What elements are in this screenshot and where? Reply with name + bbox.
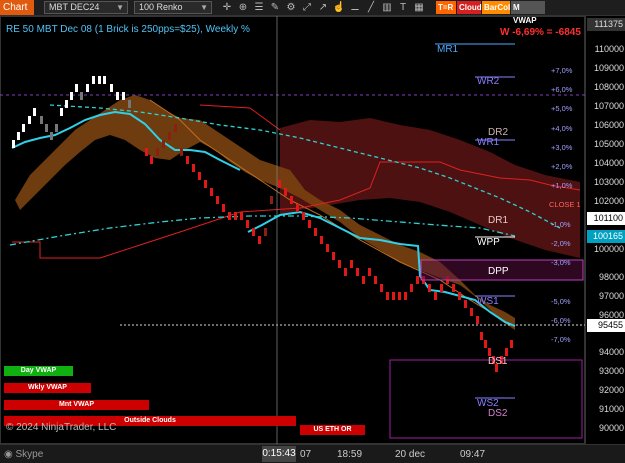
y-label: 97000 (598, 291, 624, 301)
day-vwap-button[interactable]: Day VWAP (4, 366, 73, 376)
y-label: 90000 (598, 423, 624, 433)
price-top: 111375 (587, 18, 625, 31)
pct-label: -5,0% (551, 297, 571, 306)
ruler-icon[interactable]: ⚊ (348, 1, 362, 14)
properties-icon[interactable]: ☰ (252, 1, 266, 14)
pct-label: +3,0% (551, 143, 573, 152)
time-label: 09:47 (460, 449, 486, 460)
toolbar-tag-barcol[interactable]: BarCol (482, 1, 510, 14)
pct-label: -2,0% (551, 239, 571, 248)
pct-label: +2,0% (551, 162, 573, 171)
y-label: 102000 (593, 196, 624, 206)
weekly-change: W -6,69% = -6845 (500, 27, 581, 38)
pct-label: +7,0% (551, 66, 573, 75)
chart-menu-button[interactable]: Chart (0, 0, 34, 15)
price-box-101100: 101100 (587, 212, 625, 225)
grid-icon[interactable]: ▦ (412, 1, 426, 14)
time-label: 18:59 (337, 449, 363, 460)
price-axis[interactable]: 111375 110000 109000 108000 107000 10600… (585, 16, 625, 444)
y-label: 106000 (593, 120, 624, 130)
time-axis[interactable]: ◉ Skype 0:15:43 07 18:59 20 dec 09:47 (0, 444, 625, 463)
copyright-text: © 2024 NinjaTrader, LLC (6, 422, 117, 433)
time-label: 20 dec (395, 449, 426, 460)
pct-label: +6,0% (551, 85, 573, 94)
arrow-icon[interactable]: ↗ (316, 1, 330, 14)
bar-type-value: 100 Renko (139, 2, 183, 12)
price-box-95455: 95455 (587, 319, 625, 332)
strategy-icon[interactable]: ⚙ (284, 1, 298, 14)
y-label: 103000 (593, 177, 624, 187)
y-label: 98000 (598, 272, 624, 282)
weekly-vwap-button[interactable]: Wkly VWAP (4, 383, 91, 393)
y-label: 91000 (598, 404, 624, 414)
cursor-icon[interactable]: ☝ (332, 1, 346, 14)
instrument-selector[interactable]: MBT DEC24 ▼ (44, 1, 128, 14)
y-label: 105000 (593, 139, 624, 149)
us-eth-or-button[interactable]: US ETH OR (300, 425, 365, 435)
chart-type-icon[interactable]: ▥ (380, 1, 394, 14)
level-wr1: WR1 (477, 137, 500, 148)
level-ws1: WS1 (477, 296, 499, 307)
pct-label: +5,0% (551, 104, 573, 113)
y-label: 108000 (593, 82, 624, 92)
toolbar-tag-cloud[interactable]: Cloud (457, 1, 482, 14)
skype-icon: ◉ (4, 449, 13, 460)
skype-taskbar-item[interactable]: ◉ Skype (4, 449, 43, 460)
toolbar-tag-mvwap[interactable]: M VWAP (511, 1, 545, 25)
pct-label: -1,0% (551, 220, 571, 229)
line-icon[interactable]: ╱ (364, 1, 378, 14)
vwap-weekly-line (9, 215, 516, 246)
chart-toolbar: Chart MBT DEC24 ▼ 100 Renko ▼ ✛ ⊕ ☰ ✎ ⚙ … (0, 0, 625, 25)
level-dpp: DPP (488, 266, 509, 277)
pct-label: -3,0% (551, 258, 571, 267)
y-label: 100000 (593, 244, 624, 254)
level-dr1: DR1 (488, 215, 509, 226)
bar-type-selector[interactable]: 100 Renko ▼ (134, 1, 212, 14)
y-label: 92000 (598, 385, 624, 395)
fit-icon[interactable]: ⤢ (300, 1, 314, 14)
monthly-cloud (280, 118, 580, 258)
pct-label: +4,0% (551, 124, 573, 133)
y-label: 93000 (598, 366, 624, 376)
y-label: 104000 (593, 158, 624, 168)
level-wr2: WR2 (477, 76, 500, 87)
level-ds2: DS2 (488, 408, 508, 419)
pct-label: -6,0% (551, 316, 571, 325)
y-label: 110000 (594, 44, 624, 54)
zoom-icon[interactable]: ⊕ (236, 1, 250, 14)
weekly-cloud (15, 95, 515, 330)
level-mr1: MR1 (437, 44, 459, 55)
crosshair-time: 0:15:43 (262, 446, 296, 462)
close-label: CLOSE 1 (549, 200, 581, 209)
price-box-100165: 100165 (587, 230, 625, 243)
crosshair-icon[interactable]: ✛ (220, 1, 234, 14)
pct-label: -7,0% (551, 335, 571, 344)
y-label: 107000 (593, 101, 624, 111)
instrument-value: MBT DEC24 (49, 2, 100, 12)
chevron-down-icon: ▼ (200, 3, 208, 12)
y-label: 109000 (593, 63, 624, 73)
pct-label: +1,0% (551, 181, 573, 190)
level-ds1: DS1 (488, 356, 508, 367)
chart-title: RE 50 MBT Dec 08 (1 Brick is 250pps=$25)… (6, 24, 250, 35)
cloud-border-red-upper (199, 104, 281, 131)
time-label: 07 (300, 449, 312, 460)
chevron-down-icon: ▼ (116, 3, 124, 12)
text-icon[interactable]: T (396, 1, 410, 14)
toolbar-tag-tr[interactable]: T=R (436, 1, 456, 14)
level-wpp: WPP (477, 237, 500, 248)
monthly-vwap-button[interactable]: Mnt VWAP (4, 400, 149, 410)
draw-tools-icon[interactable]: ✎ (268, 1, 282, 14)
y-label: 94000 (598, 347, 624, 357)
